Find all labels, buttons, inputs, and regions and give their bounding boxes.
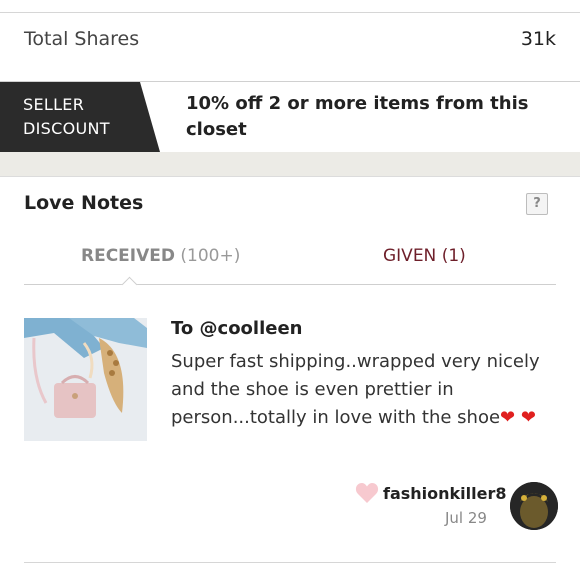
tab-received-label: RECEIVED: [81, 246, 175, 266]
listing-thumbnail[interactable]: [24, 318, 147, 441]
avatar[interactable]: [510, 482, 558, 530]
seller-discount-tag-line1: SELLER: [23, 95, 85, 114]
section-divider: [0, 152, 580, 177]
heart-icon: ❤: [520, 407, 536, 428]
top-divider: [0, 12, 580, 13]
listing-thumbnail-image: [24, 318, 147, 441]
tab-received[interactable]: RECEIVED (100+): [81, 246, 240, 266]
note-body-text: Super fast shipping..wrapped very nicely…: [171, 351, 540, 428]
sender-username[interactable]: fashionkiller8: [383, 484, 507, 503]
love-notes-title: Love Notes: [24, 192, 144, 214]
tab-given-label: GIVEN: [383, 246, 437, 266]
love-notes-tabs: RECEIVED (100+) GIVEN (1): [24, 240, 556, 285]
seller-discount-tag-line2: DISCOUNT: [23, 119, 110, 138]
note-date: Jul 29: [445, 509, 487, 527]
heart-icon: ❤: [500, 407, 516, 428]
avatar-image: [510, 482, 558, 530]
tab-received-count: (100+): [180, 246, 241, 266]
seller-discount-text: 10% off 2 or more items from this closet: [186, 93, 529, 140]
question-icon[interactable]: ?: [526, 193, 548, 215]
note-body: Super fast shipping..wrapped very nicely…: [171, 348, 561, 432]
total-shares-row: Total Shares 31k: [24, 22, 556, 56]
total-shares-label: Total Shares: [24, 28, 140, 50]
seller-discount-tag: SELLER DISCOUNT: [0, 82, 160, 152]
bottom-divider: [24, 562, 556, 563]
tab-given[interactable]: GIVEN (1): [383, 246, 466, 266]
total-shares-value: 31k: [520, 28, 556, 50]
seller-discount-banner: SELLER DISCOUNT 10% off 2 or more items …: [0, 81, 580, 153]
note-sender[interactable]: fashionkiller8: [355, 482, 507, 504]
heart-icon: [355, 483, 379, 503]
note-recipient: To @coolleen: [171, 318, 303, 339]
tab-given-count: (1): [441, 246, 466, 266]
